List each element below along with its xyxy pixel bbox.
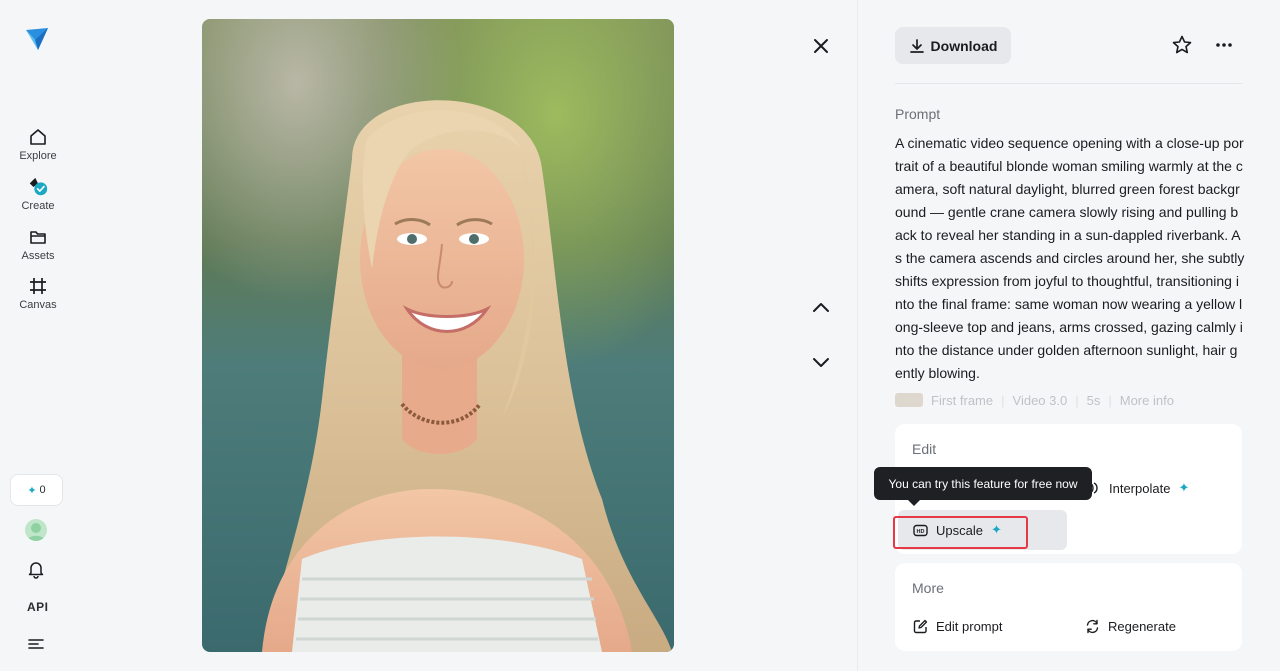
sidebar-item-label: Canvas <box>19 299 57 311</box>
meta-first-frame: First frame <box>931 392 994 408</box>
avatar[interactable] <box>25 519 47 541</box>
credits-badge[interactable]: ✦ 0 <box>10 474 63 506</box>
regenerate-label: Regenerate <box>1108 619 1176 634</box>
tooltip: You can try this feature for free now <box>874 467 1092 506</box>
interpolate-label: Interpolate <box>1109 480 1171 496</box>
meta-duration: 5s <box>1086 392 1101 408</box>
prompt-meta: First frame | Video 3.0 | 5s | More info <box>895 392 1242 408</box>
upscale-label: Upscale <box>936 522 983 538</box>
sidebar-item-assets[interactable]: Assets <box>8 226 68 262</box>
tooltip-arrow <box>908 500 920 506</box>
edit-prompt-button[interactable]: Edit prompt <box>913 619 1002 634</box>
sparkle-icon: ✦ <box>990 522 1002 537</box>
home-icon <box>27 126 49 148</box>
meta-model: Video 3.0 <box>1012 392 1068 408</box>
sidebar-item-canvas[interactable]: Canvas <box>8 275 68 311</box>
more-card-title: More <box>912 580 944 596</box>
sidebar-item-label: Explore <box>19 150 57 162</box>
sidebar-item-label: Create <box>21 200 55 212</box>
edit-card-title: Edit <box>912 441 937 457</box>
header-divider <box>895 83 1242 84</box>
download-icon <box>909 38 924 53</box>
meta-more-info[interactable]: More info <box>1120 393 1174 408</box>
logo-icon[interactable] <box>24 26 50 52</box>
regenerate-icon <box>1086 619 1099 634</box>
chevron-down-icon[interactable] <box>809 350 833 374</box>
sparkle-icon: ✦ <box>27 484 37 497</box>
download-button[interactable]: Download <box>895 27 1011 64</box>
prompt-text: A cinematic video sequence opening with … <box>895 135 1245 381</box>
sidebar: Explore Create Assets Canvas ✦ 0 API <box>0 0 76 671</box>
star-icon[interactable] <box>1171 34 1193 56</box>
create-icon <box>27 176 49 198</box>
prompt-label: Prompt <box>895 106 941 122</box>
folder-icon <box>27 226 49 248</box>
sidebar-item-label: Assets <box>21 250 55 262</box>
edit-prompt-label: Edit prompt <box>936 619 1003 634</box>
sidebar-item-create[interactable]: Create <box>8 176 68 212</box>
svg-text:HD: HD <box>917 529 925 535</box>
generated-image <box>202 19 674 652</box>
first-frame-thumbnail[interactable] <box>895 393 923 407</box>
more-card: More Edit prompt Regenerate <box>895 563 1242 651</box>
download-label: Download <box>930 37 998 54</box>
credits-count: 0 <box>39 484 46 496</box>
chevron-up-icon[interactable] <box>809 296 833 320</box>
tooltip-text: You can try this feature for free now <box>888 476 1078 491</box>
bell-icon[interactable] <box>26 559 46 579</box>
hd-icon: HD <box>913 524 928 536</box>
interpolate-button[interactable]: Interpolate ✦ <box>1087 480 1189 496</box>
panel-divider <box>857 0 858 671</box>
canvas-icon <box>27 275 49 297</box>
upscale-button[interactable]: HD Upscale ✦ <box>913 522 1002 538</box>
more-options-icon[interactable] <box>1213 34 1235 56</box>
menu-icon[interactable] <box>28 637 44 651</box>
edit-icon <box>913 619 928 634</box>
close-icon[interactable] <box>809 34 833 58</box>
sparkle-icon: ✦ <box>1178 480 1190 495</box>
regenerate-button[interactable]: Regenerate <box>1085 619 1176 634</box>
api-link[interactable]: API <box>27 600 49 614</box>
sidebar-item-explore[interactable]: Explore <box>8 126 68 162</box>
